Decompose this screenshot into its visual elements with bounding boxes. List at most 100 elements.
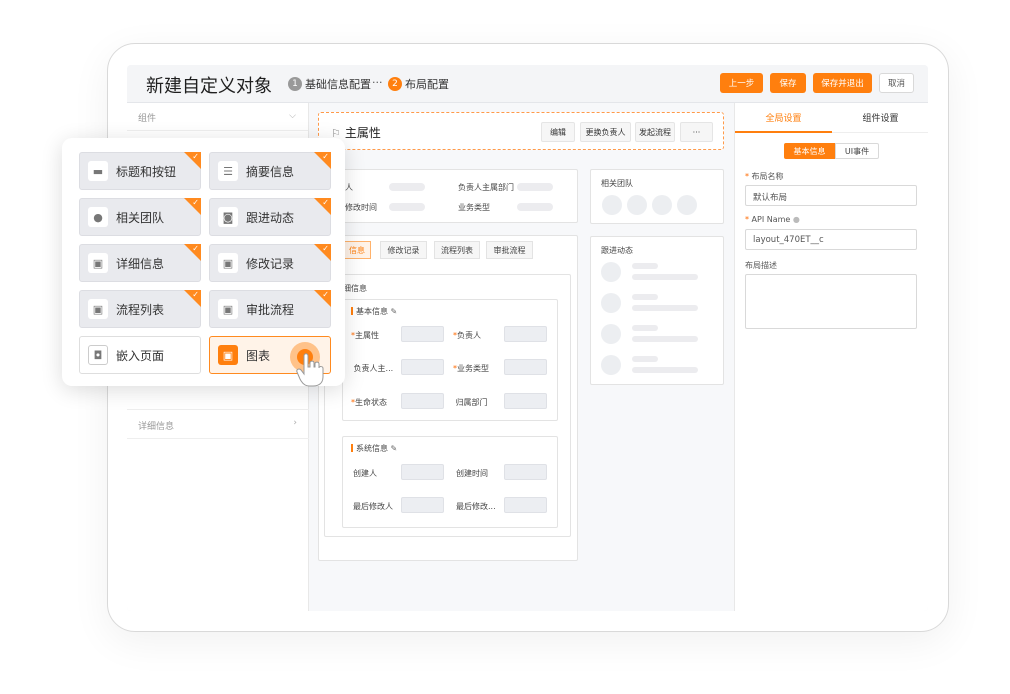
placeholder-bar	[632, 274, 698, 280]
edit-icon: ✎	[390, 444, 398, 453]
subtab-basic-info[interactable]: 基本信息	[784, 143, 835, 159]
step-separator: ···	[372, 76, 383, 89]
component-detail-info[interactable]: ▣ 详细信息 ✓	[79, 244, 201, 282]
field-label: 负责人主...	[353, 364, 394, 373]
step-1-label: 基础信息配置	[305, 78, 371, 91]
field-label: 最后修改...	[456, 502, 496, 511]
related-team-card[interactable]: 相关团队	[590, 169, 724, 224]
component-title-button[interactable]: ▬ 标题和按钮 ✓	[79, 152, 201, 190]
component-summary[interactable]: ☰ 摘要信息 ✓	[209, 152, 331, 190]
title-button-icon: ▬	[88, 161, 108, 181]
detail-tabs-card: 信息 修改记录 流程列表 审批流程 细信息 基本信息 ✎ *主属性 *负责人 负…	[318, 235, 578, 561]
component-follow-up[interactable]: ◙ 跟进动态 ✓	[209, 198, 331, 236]
field-value[interactable]	[401, 326, 444, 342]
team-icon: ●	[88, 207, 108, 227]
basic-info-section[interactable]: 基本信息 ✎ *主属性 *负责人 负责人主... *业务类型 *生命状态 归属部…	[342, 299, 558, 421]
field-value[interactable]	[504, 464, 547, 480]
step-2-label: 布局配置	[405, 78, 449, 91]
field-value[interactable]	[401, 393, 444, 409]
check-icon: ✓	[322, 244, 329, 253]
related-team-title: 相关团队	[601, 179, 633, 188]
component-label: 图表	[246, 348, 271, 363]
tab-global-settings[interactable]: 全局设置	[735, 103, 832, 133]
layout-desc-textarea[interactable]	[745, 274, 917, 329]
component-label: 修改记录	[246, 256, 295, 271]
detail-info-block[interactable]: 细信息 基本信息 ✎ *主属性 *负责人 负责人主... *业务类型 *生命状态…	[324, 274, 571, 537]
component-palette: ▬ 标题和按钮 ✓ ☰ 摘要信息 ✓ ● 相关团队 ✓ ◙ 跟进动态 ✓ ▣ 详…	[62, 138, 345, 387]
avatar	[601, 324, 621, 344]
tab-component-settings[interactable]: 组件设置	[832, 103, 928, 133]
check-icon: ✓	[322, 152, 329, 161]
embed-icon: ◘	[88, 345, 108, 365]
chevron-down-icon: ⌵	[289, 111, 296, 121]
check-icon: ✓	[192, 290, 199, 299]
tab-change-log[interactable]: 修改记录	[380, 241, 427, 259]
field-value[interactable]	[401, 497, 444, 513]
api-name-label: * API Name ●	[745, 215, 800, 224]
subtab-ui-events[interactable]: UI事件	[835, 143, 879, 159]
layout-canvas: ⚐ 主属性 编辑 更换负责人 发起流程 ··· 人 负责人主属部门 修改时间 业务…	[309, 103, 734, 611]
placeholder-bar	[632, 367, 698, 373]
field-value[interactable]	[401, 359, 444, 375]
placeholder-bar	[389, 203, 425, 211]
field-value[interactable]	[401, 464, 444, 480]
field-label: 创建人	[353, 469, 377, 478]
start-flow-button[interactable]: 发起流程	[635, 122, 675, 142]
field-value[interactable]	[504, 359, 547, 375]
placeholder-bar	[632, 305, 698, 311]
info-icon: ●	[792, 215, 800, 224]
component-label: 摘要信息	[246, 164, 295, 179]
change-owner-button[interactable]: 更换负责人	[580, 122, 631, 142]
field-value[interactable]	[504, 393, 547, 409]
component-sidebar-header[interactable]: 组件 ⌵	[127, 103, 308, 131]
step-2: 2 布局配置	[388, 76, 449, 92]
system-info-section[interactable]: 系统信息 ✎ 创建人 创建时间 最后修改人 最后修改...	[342, 436, 558, 528]
check-icon: ✓	[192, 152, 199, 161]
chart-icon: ▣	[218, 345, 238, 365]
summary-info-card[interactable]: 人 负责人主属部门 修改时间 业务类型	[318, 169, 578, 223]
save-button[interactable]: 保存	[770, 73, 806, 93]
system-info-heading: 系统信息 ✎	[351, 443, 397, 454]
approval-icon: ▣	[218, 299, 238, 319]
chevron-right-icon: ›	[293, 418, 297, 428]
main-property-block[interactable]: ⚐ 主属性 编辑 更换负责人 发起流程 ···	[318, 112, 724, 150]
placeholder-bar	[517, 183, 553, 191]
avatar	[601, 293, 621, 313]
api-name-input[interactable]: layout_470ET__c	[745, 229, 917, 250]
field-label: 最后修改人	[353, 502, 393, 511]
prev-step-button[interactable]: 上一步	[720, 73, 763, 93]
sidebar-item-detail[interactable]: 详细信息 ›	[127, 409, 309, 439]
tab-detail[interactable]: 信息	[343, 241, 371, 259]
component-label: 标题和按钮	[116, 164, 177, 179]
basic-info-heading: 基本信息 ✎	[351, 306, 397, 317]
follow-icon: ◙	[218, 207, 238, 227]
avatar	[602, 195, 622, 215]
component-approval-flow[interactable]: ▣ 审批流程 ✓	[209, 290, 331, 328]
step-1-number: 1	[288, 77, 302, 91]
layout-name-label: * 布局名称	[745, 172, 784, 181]
save-exit-button[interactable]: 保存并退出	[813, 73, 872, 93]
tab-approval[interactable]: 审批流程	[486, 241, 533, 259]
placeholder-bar	[632, 336, 698, 342]
edit-button[interactable]: 编辑	[541, 122, 575, 142]
field-value[interactable]	[504, 326, 547, 342]
field-label: 归属部门	[455, 398, 488, 407]
cancel-button[interactable]: 取消	[879, 73, 914, 93]
component-label: 跟进动态	[246, 210, 295, 225]
field-value[interactable]	[504, 497, 547, 513]
component-label: 流程列表	[116, 302, 165, 317]
component-flow-list[interactable]: ▣ 流程列表 ✓	[79, 290, 201, 328]
detail-icon: ▣	[88, 253, 108, 273]
avatar	[627, 195, 647, 215]
component-related-team[interactable]: ● 相关团队 ✓	[79, 198, 201, 236]
component-change-log[interactable]: ▣ 修改记录 ✓	[209, 244, 331, 282]
component-label: 嵌入页面	[116, 348, 165, 363]
follow-up-card[interactable]: 跟进动态	[590, 236, 724, 385]
field-label: *业务类型	[453, 364, 489, 373]
more-button[interactable]: ···	[680, 122, 713, 142]
follow-up-title: 跟进动态	[601, 246, 633, 255]
layout-name-input[interactable]: 默认布局	[745, 185, 917, 206]
sidebar-item-label: 详细信息	[138, 422, 175, 432]
component-embed-page[interactable]: ◘ 嵌入页面	[79, 336, 201, 374]
tab-flow-list[interactable]: 流程列表	[434, 241, 480, 259]
